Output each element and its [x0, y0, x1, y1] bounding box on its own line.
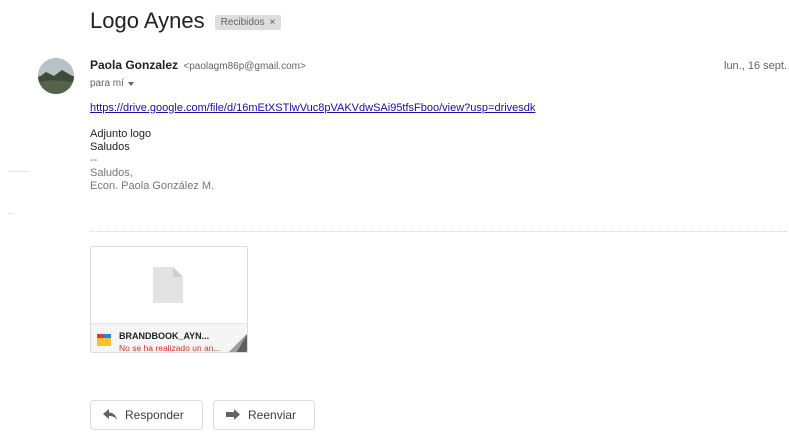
- attachments-divider: [90, 231, 787, 232]
- body-line: Saludos: [90, 141, 130, 153]
- body-line: Adjunto logo: [90, 128, 152, 140]
- left-edge-divider: [8, 171, 28, 172]
- reply-icon: [103, 409, 117, 420]
- sender-name[interactable]: Paola Gonzalez: [90, 58, 178, 72]
- sender-avatar[interactable]: [38, 58, 74, 94]
- chevron-down-icon: [127, 82, 134, 86]
- forward-button[interactable]: Reenviar: [213, 400, 315, 430]
- attachment-preview: [91, 247, 247, 323]
- drive-link[interactable]: https://drive.google.com/file/d/16mEtXST…: [90, 102, 535, 115]
- attachment-name: BRANDBOOK_AYN...: [119, 331, 210, 341]
- signature-line: Econ. Paola González M.: [90, 180, 215, 192]
- sender-info: Paola Gonzalez <paolagm86p@gmail.com>: [90, 58, 306, 72]
- attachment-scan-status: No se ha realizado un an...: [119, 343, 221, 353]
- signature-line: Saludos,: [90, 167, 133, 179]
- avatar-photo: [38, 58, 74, 94]
- label-chip-inbox[interactable]: Recibidos ×: [214, 15, 282, 30]
- recipient-label: para mí: [90, 78, 124, 89]
- document-icon: [153, 267, 183, 303]
- email-subject: Logo Aynes: [90, 8, 205, 33]
- email-date: lun., 16 sept.: [724, 60, 787, 72]
- forward-icon: [226, 409, 240, 420]
- page-fold-icon: [229, 334, 247, 352]
- signature-separator: --: [90, 154, 98, 166]
- forward-label: Reenviar: [248, 408, 297, 422]
- attachment-card[interactable]: BRANDBOOK_AYN... No se ha realizado un a…: [90, 246, 248, 353]
- subject-header: Logo Aynes Recibidos ×: [90, 8, 282, 34]
- label-chip-text: Recibidos: [220, 17, 265, 28]
- sender-email: <paolagm86p@gmail.com>: [183, 61, 306, 72]
- reply-button[interactable]: Responder: [90, 400, 203, 430]
- remove-label-icon[interactable]: ×: [270, 17, 276, 28]
- email-body: https://drive.google.com/file/d/16mEtXST…: [90, 102, 535, 193]
- recipient-details-toggle[interactable]: para mí: [90, 78, 134, 89]
- left-edge-divider: [8, 213, 14, 214]
- attachment-footer: BRANDBOOK_AYN... No se ha realizado un a…: [91, 323, 247, 352]
- folder-icon: [97, 334, 111, 346]
- reply-label: Responder: [125, 408, 184, 422]
